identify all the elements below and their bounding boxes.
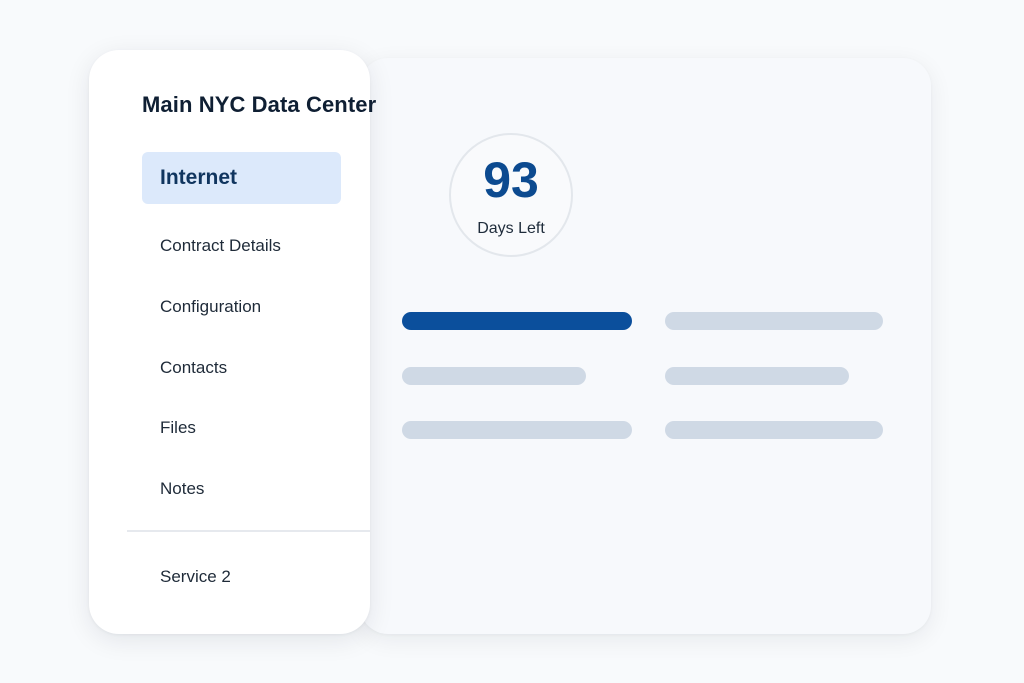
app-canvas: Main NYC Data Center Internet Contract D… [0, 0, 1024, 683]
placeholder-bar [402, 421, 632, 439]
placeholder-bar [665, 367, 849, 385]
sidebar-item-internet[interactable]: Internet [142, 152, 341, 204]
active-placeholder-bar [402, 312, 632, 330]
days-left-value: 93 [483, 152, 539, 208]
sidebar-item-service-2[interactable]: Service 2 [142, 551, 341, 603]
sidebar-item-configuration[interactable]: Configuration [142, 281, 341, 333]
sidebar: Main NYC Data Center Internet Contract D… [89, 50, 376, 634]
sidebar-item-notes[interactable]: Notes [142, 463, 341, 515]
days-left-label: Days Left [477, 220, 545, 237]
sidebar-item-files[interactable]: Files [142, 402, 341, 454]
main-content-panel [360, 58, 931, 634]
sidebar-item-contacts[interactable]: Contacts [142, 342, 341, 394]
sidebar-divider [127, 530, 370, 532]
days-left-badge: 93 Days Left [449, 133, 573, 257]
sidebar-item-contract-details[interactable]: Contract Details [142, 220, 341, 272]
placeholder-bar [402, 367, 586, 385]
sidebar-title: Main NYC Data Center [142, 92, 377, 117]
placeholder-bar [665, 312, 883, 330]
placeholder-bar [665, 421, 883, 439]
